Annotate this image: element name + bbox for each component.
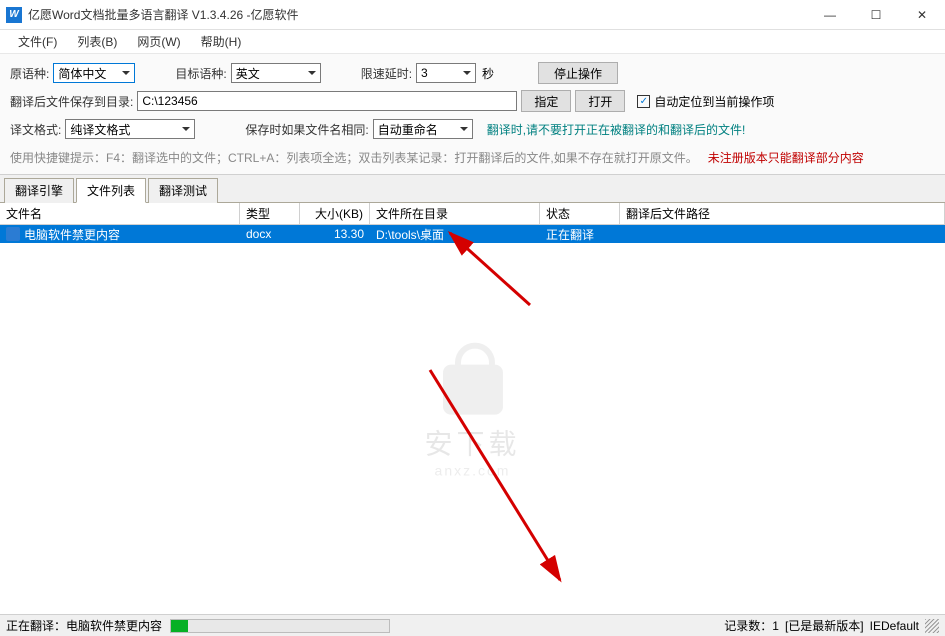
src-lang-select[interactable]: 简体中文 <box>53 63 135 83</box>
unregistered-warning: 未注册版本只能翻译部分内容 <box>708 149 864 166</box>
cell-type: docx <box>240 225 300 243</box>
tab-engine[interactable]: 翻译引擎 <box>4 178 74 203</box>
delay-label: 限速延时: <box>361 65 412 82</box>
col-status[interactable]: 状态 <box>540 203 620 224</box>
samefile-label: 保存时如果文件名相同: <box>245 121 368 138</box>
word-file-icon <box>6 227 20 241</box>
minimize-button[interactable]: — <box>807 0 853 30</box>
samefile-select[interactable]: 自动重命名 <box>373 119 473 139</box>
delay-unit: 秒 <box>482 65 494 82</box>
col-filename[interactable]: 文件名 <box>0 203 240 224</box>
open-button[interactable]: 打开 <box>575 90 625 112</box>
format-label: 译文格式: <box>10 121 61 138</box>
menu-web[interactable]: 网页(W) <box>127 30 190 53</box>
table-header: 文件名 类型 大小(KB) 文件所在目录 状态 翻译后文件路径 <box>0 203 945 225</box>
progress-bar <box>170 619 390 633</box>
table-row[interactable]: 电脑软件禁更内容 docx 13.30 D:\tools\桌面 正在翻译 <box>0 225 945 243</box>
delay-select[interactable]: 3 <box>416 63 476 83</box>
cell-filename: 电脑软件禁更内容 <box>24 226 120 243</box>
cell-status: 正在翻译 <box>540 225 620 243</box>
menu-file[interactable]: 文件(F) <box>8 30 67 53</box>
resize-grip-icon[interactable] <box>925 619 939 633</box>
status-browser: IEDefault <box>870 619 919 633</box>
tab-filelist[interactable]: 文件列表 <box>76 178 146 203</box>
status-records: 记录数：1 <box>724 617 779 634</box>
col-output[interactable]: 翻译后文件路径 <box>620 203 945 224</box>
shortcut-hint: 使用快捷键提示：F4：翻译选中的文件；CTRL+A：列表项全选；双击列表某记录：… <box>10 149 698 166</box>
window-title: 亿愿Word文档批量多语言翻译 V1.3.4.26 -亿愿软件 <box>28 6 807 23</box>
tab-test[interactable]: 翻译测试 <box>148 178 218 203</box>
col-dir[interactable]: 文件所在目录 <box>370 203 540 224</box>
auto-locate-checkbox[interactable]: ✓ 自动定位到当前操作项 <box>637 93 774 110</box>
tab-bar: 翻译引擎 文件列表 翻译测试 <box>0 175 945 203</box>
src-lang-label: 原语种: <box>10 65 49 82</box>
col-size[interactable]: 大小(KB) <box>300 203 370 224</box>
status-left: 正在翻译：电脑软件禁更内容 <box>6 617 162 634</box>
cell-dir: D:\tools\桌面 <box>370 225 540 243</box>
menu-bar: 文件(F) 列表(B) 网页(W) 帮助(H) <box>0 30 945 54</box>
translation-warning: 翻译时,请不要打开正在被翻译的和翻译后的文件! <box>487 121 746 138</box>
col-type[interactable]: 类型 <box>240 203 300 224</box>
watermark: 安下载 anxz.com <box>424 365 520 479</box>
maximize-button[interactable]: ☐ <box>853 0 899 30</box>
table-empty-area: 安下载 anxz.com <box>0 243 945 623</box>
assign-button[interactable]: 指定 <box>521 90 571 112</box>
toolbar-panel: 原语种: 简体中文 目标语种: 英文 限速延时: 3 秒 停止操作 翻译后文件保… <box>0 54 945 175</box>
title-bar: W 亿愿Word文档批量多语言翻译 V1.3.4.26 -亿愿软件 — ☐ ✕ <box>0 0 945 30</box>
menu-help[interactable]: 帮助(H) <box>191 30 252 53</box>
app-logo-icon: W <box>6 7 22 23</box>
auto-locate-label: 自动定位到当前操作项 <box>654 93 774 110</box>
stop-button[interactable]: 停止操作 <box>538 62 618 84</box>
menu-list[interactable]: 列表(B) <box>67 30 127 53</box>
format-select[interactable]: 纯译文格式 <box>65 119 195 139</box>
lock-icon <box>442 365 502 415</box>
checkmark-icon: ✓ <box>637 95 650 108</box>
file-table: 文件名 类型 大小(KB) 文件所在目录 状态 翻译后文件路径 电脑软件禁更内容… <box>0 203 945 623</box>
dst-lang-label: 目标语种: <box>175 65 226 82</box>
cell-output <box>620 225 945 243</box>
dst-lang-select[interactable]: 英文 <box>231 63 321 83</box>
save-dir-input[interactable] <box>137 91 517 111</box>
close-button[interactable]: ✕ <box>899 0 945 30</box>
cell-size: 13.30 <box>300 225 370 243</box>
save-dir-label: 翻译后文件保存到目录: <box>10 93 133 110</box>
status-version: [已是最新版本] <box>785 617 864 634</box>
status-bar: 正在翻译：电脑软件禁更内容 记录数：1 [已是最新版本] IEDefault <box>0 614 945 636</box>
